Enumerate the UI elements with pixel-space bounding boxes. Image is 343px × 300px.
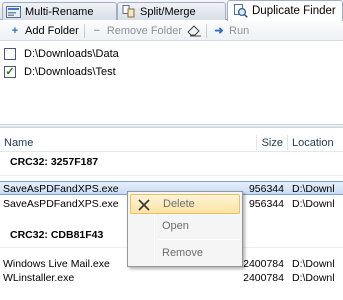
run-label: Run xyxy=(229,24,250,37)
table-row[interactable]: WLinstaller.exe 2400784 D:\Downl xyxy=(0,271,343,285)
tab-multi-rename[interactable]: Multi-Rename xyxy=(2,2,117,20)
tab-label: Multi-Rename xyxy=(25,5,94,18)
file-size: 2400784 xyxy=(243,258,284,270)
menu-item-delete[interactable]: Delete xyxy=(130,194,240,214)
minus-icon: − xyxy=(93,24,101,37)
tab-duplicate-finder[interactable]: Duplicate Finder xyxy=(227,0,343,21)
column-header-size[interactable]: Size xyxy=(257,133,287,152)
context-menu: Delete Open Remove xyxy=(127,191,243,267)
file-size: 956344 xyxy=(248,183,284,195)
folder-path: D:\Downloads\Data xyxy=(24,48,119,60)
folder-item[interactable]: D:\Downloads\Data xyxy=(4,46,119,62)
toolbar-separator xyxy=(206,23,208,38)
tab-split-merge[interactable]: Split/Merge xyxy=(117,2,226,20)
eraser-icon xyxy=(187,24,202,37)
add-folder-label: Add Folder xyxy=(25,24,79,37)
run-button[interactable]: ➜ Run xyxy=(209,22,252,40)
file-location: D:\Downl xyxy=(292,258,335,270)
folder-item[interactable]: ✓ D:\Downloads\Test xyxy=(4,64,116,80)
remove-folder-button[interactable]: − Remove Folder xyxy=(87,22,185,40)
group-header: CRC32: 3257F187 xyxy=(10,156,99,168)
column-header-name[interactable]: Name xyxy=(0,133,256,152)
group-divider xyxy=(0,175,343,176)
tab-bar: Multi-Rename Split/Merge Duplicate Finde… xyxy=(0,0,343,21)
group-header: CRC32: CDB81F43 xyxy=(10,229,104,241)
file-name: WLinstaller.exe xyxy=(3,272,75,284)
menu-item-remove[interactable]: Remove xyxy=(130,243,240,263)
duplicate-finder-icon xyxy=(233,4,248,18)
remove-folder-label: Remove Folder xyxy=(106,24,183,37)
tab-label: Duplicate Finder xyxy=(252,5,336,17)
clear-button[interactable] xyxy=(185,22,204,40)
split-merge-icon xyxy=(121,5,136,19)
file-location: D:\Downl xyxy=(292,272,335,284)
delete-x-icon xyxy=(136,197,152,213)
file-location: D:\Downl xyxy=(292,198,335,210)
plus-icon: + xyxy=(11,24,19,37)
menu-separator xyxy=(158,239,240,240)
toolbar-separator xyxy=(83,23,85,38)
column-header-location[interactable]: Location xyxy=(288,133,343,152)
folder-checkbox[interactable] xyxy=(4,48,16,60)
tab-label: Split/Merge xyxy=(140,5,196,18)
add-folder-button[interactable]: + Add Folder xyxy=(5,22,82,40)
file-size: 2400784 xyxy=(243,272,284,284)
file-location: D:\Downl xyxy=(292,183,335,195)
folder-list: D:\Downloads\Data ✓ D:\Downloads\Test xyxy=(0,42,343,122)
toolbar: + Add Folder − Remove Folder ➜ Run xyxy=(0,21,343,41)
results-header: Name Size Location xyxy=(0,133,343,152)
folder-path: D:\Downloads\Test xyxy=(24,66,116,78)
folder-checkbox[interactable]: ✓ xyxy=(4,66,16,78)
pane-splitter[interactable] xyxy=(0,124,343,128)
rename-icon xyxy=(6,5,21,19)
file-size: 956344 xyxy=(248,198,284,210)
menu-item-open[interactable]: Open xyxy=(130,216,240,236)
arrow-right-icon: ➜ xyxy=(214,25,224,37)
